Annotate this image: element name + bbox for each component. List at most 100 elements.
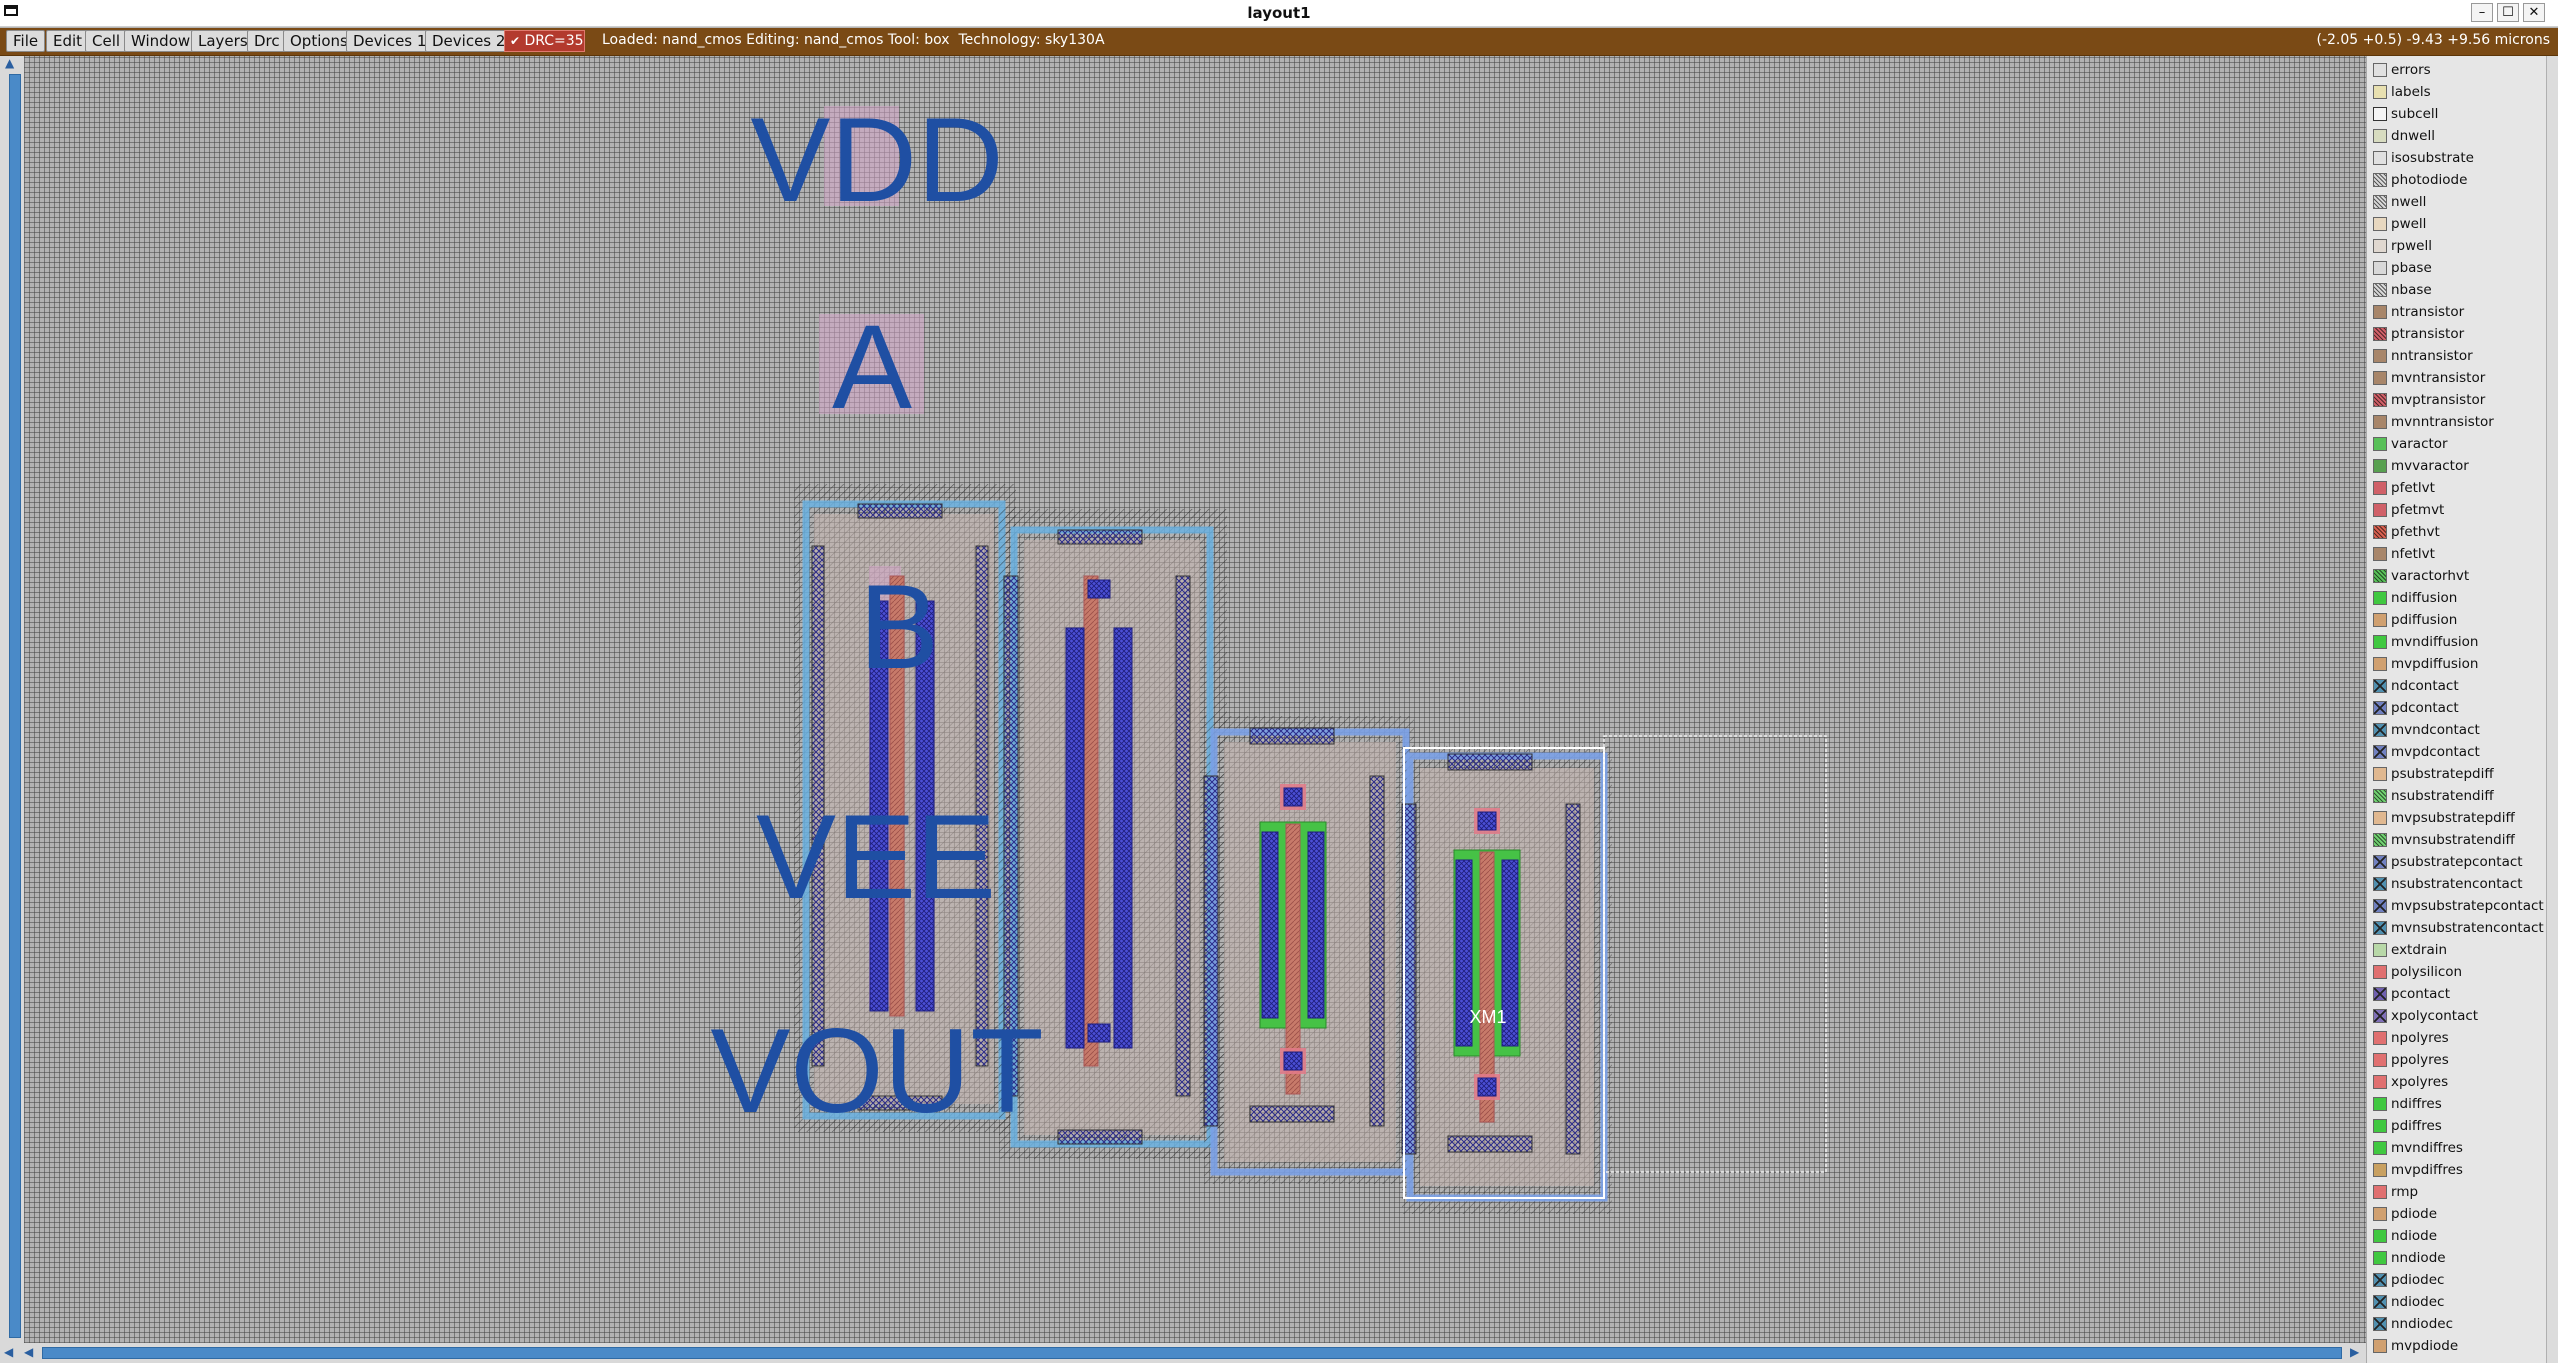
layer-item-pdcontact[interactable]: pdcontact xyxy=(2367,698,2547,720)
menu-drc[interactable]: Drc xyxy=(247,30,287,52)
layer-item-mvpdcontact[interactable]: mvpdcontact xyxy=(2367,742,2547,764)
layer-item-rmp[interactable]: rmp xyxy=(2367,1182,2547,1204)
layer-item-nbase[interactable]: nbase xyxy=(2367,280,2547,302)
layer-item-mvpdiffres[interactable]: mvpdiffres xyxy=(2367,1160,2547,1182)
nmos-device-xm1[interactable]: XM1 xyxy=(1401,746,1612,1214)
layer-label: ppolyres xyxy=(2391,1052,2449,1068)
menu-edit[interactable]: Edit xyxy=(46,30,90,52)
layer-item-mvpdiffusion[interactable]: mvpdiffusion xyxy=(2367,654,2547,676)
layer-item-rpwell[interactable]: rpwell xyxy=(2367,236,2547,258)
layer-item-psubstratepcontact[interactable]: psubstratepcontact xyxy=(2367,852,2547,874)
layout-canvas[interactable]: VDD A B VEE VOUT XM1 xyxy=(24,56,2366,1343)
layer-item-pdiodec[interactable]: pdiodec xyxy=(2367,1270,2547,1292)
layer-swatch-icon xyxy=(2373,481,2387,495)
layer-item-nndiodec[interactable]: nndiodec xyxy=(2367,1314,2547,1336)
layer-item-varactorhvt[interactable]: varactorhvt xyxy=(2367,566,2547,588)
label-vdd[interactable]: VDD xyxy=(750,93,1003,227)
selection-box[interactable] xyxy=(1603,735,1827,1173)
maximize-icon[interactable]: ☐ xyxy=(2497,3,2519,22)
layer-item-pwell[interactable]: pwell xyxy=(2367,214,2547,236)
layer-item-varactor[interactable]: varactor xyxy=(2367,434,2547,456)
layer-item-mvntransistor[interactable]: mvntransistor xyxy=(2367,368,2547,390)
menu-devices-1[interactable]: Devices 1 xyxy=(346,30,434,52)
label-vout: VOUT xyxy=(710,1004,1043,1138)
layer-item-errors[interactable]: errors xyxy=(2367,60,2547,82)
layer-item-mvpsubstratepcontact[interactable]: mvpsubstratepcontact xyxy=(2367,896,2547,918)
layer-palette-scrollbar[interactable] xyxy=(2546,56,2558,1363)
layer-item-ndiffusion[interactable]: ndiffusion xyxy=(2367,588,2547,610)
nmos-device-1[interactable] xyxy=(1203,716,1414,1184)
layer-item-labels[interactable]: labels xyxy=(2367,82,2547,104)
horizontal-scroll-thumb[interactable] xyxy=(42,1347,2342,1359)
menu-layers[interactable]: Layers xyxy=(191,30,255,52)
layer-swatch-icon xyxy=(2373,1097,2387,1111)
layer-item-ndiffres[interactable]: ndiffres xyxy=(2367,1094,2547,1116)
vertical-scroll-thumb[interactable] xyxy=(9,74,21,1338)
label-xm1: XM1 xyxy=(1469,1007,1506,1027)
menu-bar: File Edit Cell Window Layers Drc Options… xyxy=(0,28,2558,56)
layer-item-mvvaractor[interactable]: mvvaractor xyxy=(2367,456,2547,478)
status-text: Loaded: nand_cmos Editing: nand_cmos Too… xyxy=(602,32,1105,48)
layer-item-nsubstratendiff[interactable]: nsubstratendiff xyxy=(2367,786,2547,808)
layer-swatch-icon xyxy=(2373,1119,2387,1133)
layer-item-nsubstratencontact[interactable]: nsubstratencontact xyxy=(2367,874,2547,896)
layer-item-pdiffusion[interactable]: pdiffusion xyxy=(2367,610,2547,632)
layer-item-pdiode[interactable]: pdiode xyxy=(2367,1204,2547,1226)
layer-item-extdrain[interactable]: extdrain xyxy=(2367,940,2547,962)
close-icon[interactable]: ✕ xyxy=(2523,3,2545,22)
layer-swatch-icon xyxy=(2373,679,2387,693)
layer-item-ndcontact[interactable]: ndcontact xyxy=(2367,676,2547,698)
layer-item-pfetlvt[interactable]: pfetlvt xyxy=(2367,478,2547,500)
menu-window[interactable]: Window xyxy=(124,30,198,52)
layer-item-pbase[interactable]: pbase xyxy=(2367,258,2547,280)
label-a-text: A xyxy=(832,300,912,434)
layer-item-mvndiffres[interactable]: mvndiffres xyxy=(2367,1138,2547,1160)
layer-item-pfetmvt[interactable]: pfetmvt xyxy=(2367,500,2547,522)
horizontal-scrollbar[interactable]: ◀ ◀ ▶ xyxy=(0,1343,2366,1363)
layer-item-mvnntransistor[interactable]: mvnntransistor xyxy=(2367,412,2547,434)
layer-item-xpolyres[interactable]: xpolyres xyxy=(2367,1072,2547,1094)
layer-item-polysilicon[interactable]: polysilicon xyxy=(2367,962,2547,984)
layer-item-xpolycontact[interactable]: xpolycontact xyxy=(2367,1006,2547,1028)
layer-item-photodiode[interactable]: photodiode xyxy=(2367,170,2547,192)
layer-item-mvnsubstratencontact[interactable]: mvnsubstratencontact xyxy=(2367,918,2547,940)
layer-item-pdiffres[interactable]: pdiffres xyxy=(2367,1116,2547,1138)
layer-item-ndiode[interactable]: ndiode xyxy=(2367,1226,2547,1248)
layer-swatch-icon xyxy=(2373,349,2387,363)
layer-item-mvndcontact[interactable]: mvndcontact xyxy=(2367,720,2547,742)
layer-item-isosubstrate[interactable]: isosubstrate xyxy=(2367,148,2547,170)
label-a[interactable]: A xyxy=(819,300,924,434)
layer-item-psubstratepdiff[interactable]: psubstratepdiff xyxy=(2367,764,2547,786)
layer-swatch-icon xyxy=(2373,1295,2387,1309)
menu-cell[interactable]: Cell xyxy=(85,30,128,52)
layer-item-ppolyres[interactable]: ppolyres xyxy=(2367,1050,2547,1072)
layer-item-mvpsubstratepdiff[interactable]: mvpsubstratepdiff xyxy=(2367,808,2547,830)
drc-toggle-button[interactable]: ✔ DRC=35 xyxy=(504,30,585,52)
layer-swatch-icon xyxy=(2373,569,2387,583)
layer-item-mvptransistor[interactable]: mvptransistor xyxy=(2367,390,2547,412)
layer-item-npolyres[interactable]: npolyres xyxy=(2367,1028,2547,1050)
menu-options[interactable]: Options xyxy=(283,30,355,52)
layer-item-dnwell[interactable]: dnwell xyxy=(2367,126,2547,148)
layer-item-pcontact[interactable]: pcontact xyxy=(2367,984,2547,1006)
layer-item-mvnsubstratendiff[interactable]: mvnsubstratendiff xyxy=(2367,830,2547,852)
menu-file[interactable]: File xyxy=(6,30,46,52)
scroll-right-icon[interactable]: ▶ xyxy=(2350,1345,2359,1359)
layer-item-nndiode[interactable]: nndiode xyxy=(2367,1248,2547,1270)
scroll-left-icon[interactable]: ◀ xyxy=(4,1345,13,1359)
layer-item-mvpdiode[interactable]: mvpdiode xyxy=(2367,1336,2547,1358)
layer-item-nfetlvt[interactable]: nfetlvt xyxy=(2367,544,2547,566)
layer-item-ntransistor[interactable]: ntransistor xyxy=(2367,302,2547,324)
vertical-scrollbar[interactable]: ▲ ▼ xyxy=(0,56,24,1361)
layer-item-mvndiffusion[interactable]: mvndiffusion xyxy=(2367,632,2547,654)
scroll-left-alt-icon[interactable]: ◀ xyxy=(24,1345,33,1359)
menu-devices-2[interactable]: Devices 2 xyxy=(425,30,513,52)
layer-item-ndiodec[interactable]: ndiodec xyxy=(2367,1292,2547,1314)
scroll-up-icon[interactable]: ▲ xyxy=(5,56,14,70)
layer-item-pfethvt[interactable]: pfethvt xyxy=(2367,522,2547,544)
layer-item-nntransistor[interactable]: nntransistor xyxy=(2367,346,2547,368)
layer-item-nwell[interactable]: nwell xyxy=(2367,192,2547,214)
layer-item-subcell[interactable]: subcell xyxy=(2367,104,2547,126)
minimize-icon[interactable]: – xyxy=(2471,3,2493,22)
layer-item-ptransistor[interactable]: ptransistor xyxy=(2367,324,2547,346)
